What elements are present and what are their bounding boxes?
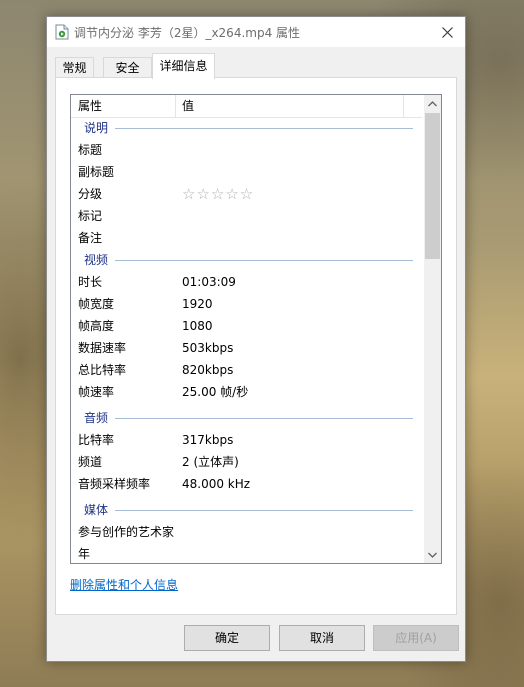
group-label: 媒体 — [84, 503, 109, 517]
list-header: 属性 值 — [71, 95, 422, 118]
property-name: 参与创作的艺术家 — [78, 525, 175, 539]
property-name: 标题 — [78, 143, 103, 157]
list-item-rating[interactable]: 分级 ☆☆☆☆☆ — [71, 183, 422, 205]
vertical-scrollbar[interactable] — [424, 95, 441, 563]
remove-properties-link[interactable]: 删除属性和个人信息 — [70, 576, 178, 593]
property-name: 频道 — [78, 455, 103, 469]
group-label: 说明 — [84, 121, 109, 135]
property-name: 标记 — [78, 209, 103, 223]
ok-button[interactable]: 确定 — [184, 625, 270, 651]
property-value: 820kbps — [182, 363, 234, 377]
group-divider — [115, 510, 413, 511]
group-divider — [115, 260, 413, 261]
list-item-length[interactable]: 时长 01:03:09 — [71, 271, 422, 293]
property-name: 备注 — [78, 231, 103, 245]
list-item-tags[interactable]: 标记 — [71, 205, 422, 227]
list-item-channels[interactable]: 频道 2 (立体声) — [71, 451, 422, 473]
property-name: 帧高度 — [78, 319, 115, 333]
list-item-contributing-artists[interactable]: 参与创作的艺术家 — [71, 521, 422, 543]
column-header-value[interactable]: 值 — [175, 95, 403, 117]
property-value: 48.000 kHz — [182, 477, 251, 491]
property-name: 帧宽度 — [78, 297, 115, 311]
scrollbar-thumb[interactable] — [425, 113, 440, 259]
apply-button[interactable]: 应用(A) — [373, 625, 459, 651]
column-header-property[interactable]: 属性 — [71, 95, 175, 117]
close-button[interactable] — [429, 17, 465, 47]
scroll-down-button[interactable] — [424, 546, 441, 563]
star-rating-icon[interactable]: ☆☆☆☆☆ — [182, 183, 254, 205]
chevron-down-icon — [428, 552, 437, 558]
group-label: 音频 — [84, 411, 109, 425]
list-item-year[interactable]: 年 — [71, 543, 422, 563]
tab-general[interactable]: 常规 — [55, 57, 94, 78]
details-panel: 属性 值 说明 标题 副标题 分级 ☆☆☆☆☆ 标记 备注 视频 时长 01:0… — [55, 77, 457, 615]
close-icon — [441, 26, 453, 38]
group-label: 视频 — [84, 253, 109, 267]
property-value: 25.00 帧/秒 — [182, 385, 249, 399]
properties-dialog: 调节内分泌 李芳（2星）_x264.mp4 属性 常规 安全 详细信息 属性 值… — [46, 16, 466, 662]
window-title: 调节内分泌 李芳（2星）_x264.mp4 属性 — [74, 26, 301, 40]
list-item-audio-bitrate[interactable]: 比特率 317kbps — [71, 429, 422, 451]
chevron-up-icon — [428, 100, 437, 106]
video-file-icon — [55, 24, 69, 40]
property-name: 副标题 — [78, 165, 115, 179]
property-name: 比特率 — [78, 433, 115, 447]
property-name: 帧速率 — [78, 385, 115, 399]
property-value: 1920 — [182, 297, 213, 311]
property-name: 总比特率 — [78, 363, 127, 377]
tab-security[interactable]: 安全 — [103, 57, 152, 78]
list-body: 说明 标题 副标题 分级 ☆☆☆☆☆ 标记 备注 视频 时长 01:03:09 … — [71, 117, 422, 563]
cancel-button[interactable]: 取消 — [279, 625, 365, 651]
list-item-frame-height[interactable]: 帧高度 1080 — [71, 315, 422, 337]
group-header-audio: 音频 — [71, 407, 422, 429]
group-divider — [115, 418, 413, 419]
tab-details[interactable]: 详细信息 — [152, 53, 215, 79]
property-value: 01:03:09 — [182, 275, 236, 289]
group-header-video: 视频 — [71, 249, 422, 271]
property-name: 音频采样频率 — [78, 477, 151, 491]
title-bar: 调节内分泌 李芳（2星）_x264.mp4 属性 — [47, 17, 465, 47]
scroll-up-button[interactable] — [424, 95, 441, 112]
group-header-description: 说明 — [71, 117, 422, 139]
property-name: 年 — [78, 547, 91, 561]
property-value: 503kbps — [182, 341, 234, 355]
list-item-comments[interactable]: 备注 — [71, 227, 422, 249]
property-list[interactable]: 属性 值 说明 标题 副标题 分级 ☆☆☆☆☆ 标记 备注 视频 时长 01:0… — [70, 94, 442, 564]
list-item-data-rate[interactable]: 数据速率 503kbps — [71, 337, 422, 359]
group-header-media: 媒体 — [71, 499, 422, 521]
property-value: 1080 — [182, 319, 213, 333]
list-item-frame-width[interactable]: 帧宽度 1920 — [71, 293, 422, 315]
list-item-total-bitrate[interactable]: 总比特率 820kbps — [71, 359, 422, 381]
property-name: 数据速率 — [78, 341, 127, 355]
property-name: 时长 — [78, 275, 103, 289]
column-divider[interactable] — [403, 95, 404, 117]
property-value: 2 (立体声) — [182, 455, 239, 469]
group-divider — [115, 128, 413, 129]
list-item-title[interactable]: 标题 — [71, 139, 422, 161]
property-value: 317kbps — [182, 433, 234, 447]
list-item-subtitle[interactable]: 副标题 — [71, 161, 422, 183]
list-item-frame-rate[interactable]: 帧速率 25.00 帧/秒 — [71, 381, 422, 403]
property-name: 分级 — [78, 187, 103, 201]
list-item-sample-rate[interactable]: 音频采样频率 48.000 kHz — [71, 473, 422, 495]
